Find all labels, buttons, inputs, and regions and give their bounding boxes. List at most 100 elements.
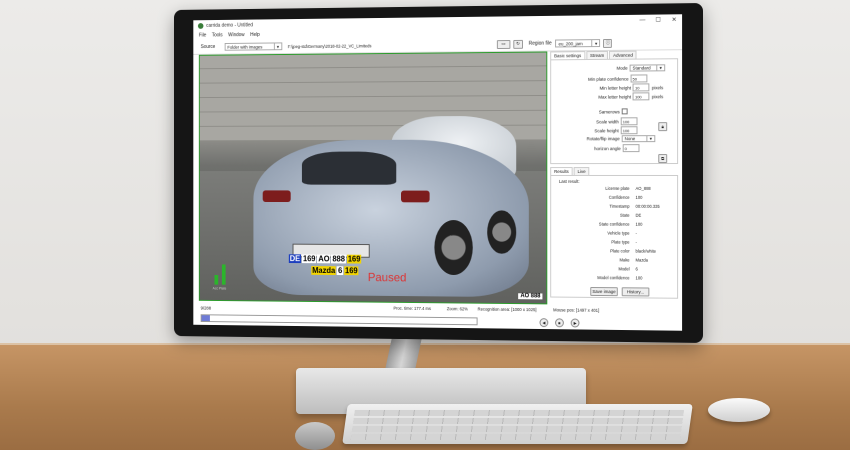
result-value: -: [635, 239, 637, 245]
menu-window[interactable]: Window: [228, 32, 244, 38]
tab-results[interactable]: Results: [550, 167, 573, 175]
info-icon: ⓘ: [605, 39, 611, 45]
chevron-down-icon[interactable]: ▼: [591, 40, 600, 47]
dial-puck: [295, 422, 335, 450]
min-conf-row: Min plate confidence 50: [588, 74, 648, 83]
menu-tools[interactable]: Tools: [212, 32, 223, 38]
refresh-button[interactable]: ↻: [513, 39, 523, 49]
min-letter-input[interactable]: 10: [633, 83, 650, 92]
key-row: [354, 410, 684, 416]
samerows-label: Samerows: [598, 108, 620, 114]
save-image-button[interactable]: Save image: [590, 286, 618, 297]
max-letter-label: Max letter height: [598, 93, 632, 100]
menu-file[interactable]: File: [199, 32, 206, 38]
model-label: 6: [337, 266, 344, 276]
tab-live[interactable]: Live: [573, 167, 590, 175]
mode-select[interactable]: Standard ▼: [629, 64, 666, 72]
car-rear-window: [301, 151, 397, 185]
key-row: [351, 426, 682, 432]
model-conf-label: 169: [344, 266, 359, 276]
video-view[interactable]: DE 169 AO 888 169 Mazda 6 169 Paused Acc…: [198, 51, 548, 305]
chevron-down-icon[interactable]: ▼: [656, 65, 665, 71]
key-row: [353, 418, 683, 424]
mode-label: Mode: [616, 65, 628, 71]
copy-button[interactable]: ⧉: [658, 154, 668, 164]
results-heading: Last result:: [558, 178, 580, 184]
scale-width-input[interactable]: 100: [620, 117, 638, 126]
rotate-label: Rotate/flip image: [586, 136, 620, 142]
rotate-select[interactable]: None ▼: [621, 135, 656, 143]
result-key: Timestamp: [609, 203, 630, 209]
frame-progress[interactable]: [200, 314, 478, 326]
max-letter-input[interactable]: 100: [633, 92, 650, 101]
frame-counter: 9/288: [200, 305, 212, 311]
max-letter-row: Max letter height 100 pixels: [598, 92, 664, 101]
result-value: -: [635, 230, 637, 236]
monitor: carrida demo - Untitled — ☐ ✕ File Tools…: [174, 3, 703, 343]
app-window: carrida demo - Untitled — ☐ ✕ File Tools…: [193, 14, 683, 331]
result-key: Make: [619, 257, 630, 263]
wheel-front: [487, 210, 517, 254]
result-value: AO_888: [635, 185, 651, 191]
samerows-checkbox[interactable]: [621, 108, 628, 115]
refresh-icon: ↻: [516, 40, 520, 46]
plate-overlay: DE 169 AO 888 169: [288, 254, 362, 264]
horizon-input[interactable]: 0: [622, 144, 640, 153]
max-letter-unit: pixels: [651, 93, 664, 99]
result-key: State: [619, 212, 630, 218]
tail-light-left: [262, 190, 291, 203]
plate-snippet: AO 888: [518, 293, 543, 300]
plate-token: 169: [302, 254, 317, 264]
region-select-value: eu_200_jam: [558, 40, 583, 46]
result-key: Vehicle type: [607, 230, 630, 236]
history-button[interactable]: History...: [621, 287, 650, 297]
plate-token: 169: [346, 254, 362, 264]
region-select[interactable]: eu_200_jam ▼: [555, 39, 601, 48]
proc-time: Proc. time: 177.4 ms: [393, 305, 431, 312]
rotate-value: None: [624, 136, 636, 142]
scale-height-label: Scale height: [594, 127, 619, 133]
result-key: Confidence: [608, 194, 630, 200]
key-row: [350, 434, 681, 440]
result-value: 6: [635, 266, 638, 272]
source-label: Source: [200, 44, 216, 50]
chevron-down-icon[interactable]: ▼: [273, 43, 282, 50]
minimize-button[interactable]: —: [635, 15, 651, 26]
right-panel: Basic settings Stream Advanced Mode Stan…: [550, 50, 679, 306]
stop-button[interactable]: ■: [555, 318, 564, 328]
confidence-levels: Acc Plate: [213, 256, 230, 291]
min-conf-label: Min plate confidence: [588, 76, 629, 82]
stop-icon: ■: [558, 320, 561, 326]
menu-help[interactable]: Help: [250, 32, 260, 38]
close-button[interactable]: ✕: [666, 14, 682, 25]
tab-stream[interactable]: Stream: [586, 50, 609, 60]
result-key: State confidence: [598, 221, 630, 227]
next-button[interactable]: ▶: [570, 318, 580, 328]
maximize-button[interactable]: ☐: [650, 14, 666, 25]
previous-button[interactable]: ◀: [539, 318, 549, 328]
result-key: Plate type: [611, 239, 630, 245]
tab-advanced[interactable]: Advanced: [609, 50, 637, 59]
region-info-button[interactable]: ⓘ: [603, 38, 613, 48]
source-select-value: Folder with images: [227, 44, 263, 50]
level-bar-acc: [214, 275, 219, 285]
make-label: Mazda: [311, 266, 337, 276]
scale-height-input[interactable]: 100: [620, 126, 638, 135]
rotate-row: Rotate/flip image None ▼: [586, 135, 656, 143]
open-folder-button[interactable]: ▭: [496, 39, 511, 49]
make-model-overlay: Mazda 6 169: [311, 266, 359, 276]
scale-height-row: Scale height 100: [594, 126, 638, 135]
zoom-level: Zoom: 62%: [446, 306, 468, 312]
back-icon: ◀: [542, 320, 546, 326]
mode-row: Mode Standard ▼: [616, 64, 666, 72]
result-key: Model confidence: [597, 275, 630, 281]
progress-fill: [201, 315, 210, 322]
folder-path: F:\jpeg-std\Germany\2018-02-22_VC_Limite…: [287, 42, 372, 49]
horizon-row: horizon angle 0: [594, 144, 640, 153]
source-select[interactable]: Folder with images ▼: [224, 42, 283, 51]
lock-aspect-button[interactable]: 🔒︎: [658, 122, 668, 132]
forward-icon: ▶: [573, 320, 577, 326]
plate-token: AO: [317, 254, 331, 264]
min-conf-input[interactable]: 50: [630, 74, 648, 83]
chevron-down-icon[interactable]: ▼: [646, 136, 655, 142]
